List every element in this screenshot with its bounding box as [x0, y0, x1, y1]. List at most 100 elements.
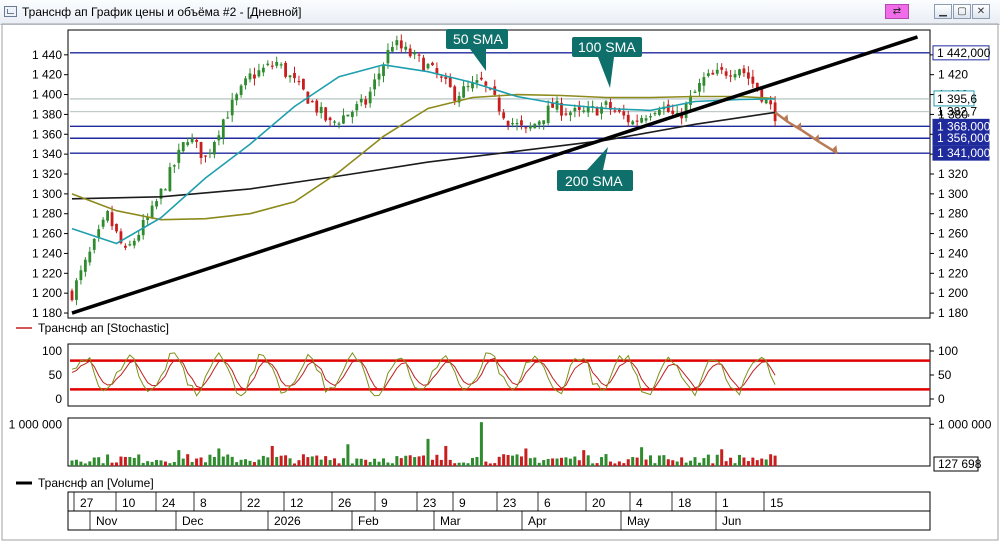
- candle-body: [751, 76, 755, 84]
- volume-bar: [444, 445, 448, 466]
- volume-bar: [163, 461, 167, 466]
- price-tick-label-left: 1 300: [32, 187, 62, 201]
- candle-body: [88, 251, 92, 263]
- candle-body: [315, 100, 319, 113]
- candle-body: [208, 152, 212, 154]
- time-month-label: Apr: [528, 514, 547, 528]
- candle-body: [382, 64, 385, 77]
- candle-body: [733, 74, 737, 78]
- candle-body: [324, 107, 328, 121]
- candle-body: [604, 101, 608, 105]
- candle-body: [613, 110, 617, 112]
- candle-body: [595, 107, 599, 116]
- time-day-label: 26: [338, 496, 352, 510]
- candle-body: [417, 54, 421, 56]
- volume-bar: [221, 456, 225, 466]
- candle-body: [698, 83, 701, 92]
- candle-body: [395, 40, 399, 46]
- candle-body: [266, 63, 270, 66]
- stochastic-panel[interactable]: [67, 343, 931, 407]
- volume-bar: [600, 457, 604, 466]
- volume-bar: [773, 455, 777, 466]
- candle-body: [475, 80, 479, 83]
- candle-body: [199, 141, 203, 158]
- volume-bar: [128, 456, 132, 466]
- candle-body: [377, 73, 381, 80]
- volume-bar: [252, 462, 256, 466]
- candle-body: [373, 79, 376, 90]
- volume-bar: [261, 455, 265, 466]
- price-tick-label-left: 1 320: [32, 167, 62, 181]
- candle-body: [658, 109, 661, 115]
- candle-body: [195, 139, 198, 142]
- candle-body: [693, 91, 697, 93]
- volume-bar: [172, 462, 176, 466]
- candle-body: [150, 205, 154, 218]
- candle-body: [497, 97, 501, 112]
- candle-body: [270, 65, 274, 67]
- candle-body: [391, 46, 394, 52]
- volume-bar: [560, 457, 563, 466]
- time-month-label: May: [627, 514, 650, 528]
- candle-body: [506, 120, 510, 126]
- candle-body: [217, 135, 221, 141]
- price-level-label: 1 442,000: [937, 46, 991, 60]
- candle-body: [671, 110, 675, 114]
- candle-body: [70, 290, 74, 301]
- volume-bar: [382, 458, 385, 466]
- volume-bar: [275, 456, 279, 466]
- time-day-label: 23: [503, 496, 517, 510]
- time-day-label: 15: [770, 496, 784, 510]
- volume-bar: [110, 462, 114, 466]
- candle-body: [649, 116, 652, 118]
- candle-body: [711, 72, 715, 75]
- volume-bar: [484, 461, 488, 466]
- volume-bar: [230, 456, 234, 466]
- volume-bar: [640, 447, 644, 466]
- price-tick-label-left: 1 380: [32, 107, 62, 121]
- candle-body: [480, 77, 483, 80]
- volume-bar: [426, 438, 430, 466]
- volume-last-tag-text: 127 698: [938, 457, 982, 471]
- candle-body: [537, 121, 541, 125]
- volume-bar: [733, 463, 737, 466]
- candle-body: [422, 57, 425, 71]
- candle-body: [333, 121, 336, 123]
- volume-bar: [720, 449, 724, 466]
- time-day-label: 27: [80, 496, 94, 510]
- volume-bar: [195, 458, 199, 466]
- volume-bar: [337, 463, 341, 466]
- price-tick-label-left: 1 260: [32, 227, 62, 241]
- candle-body: [92, 238, 96, 250]
- volume-bar: [551, 458, 555, 466]
- price-tick-label-right: 1 200: [938, 286, 968, 300]
- candle-body: [426, 64, 430, 69]
- volume-bar: [235, 462, 239, 466]
- volume-bar: [137, 454, 141, 466]
- volume-bar: [537, 462, 541, 466]
- volume-bar: [453, 463, 457, 466]
- volume-bar: [413, 457, 417, 466]
- volume-bar: [764, 459, 768, 466]
- time-day-label: 10: [122, 496, 136, 510]
- candle-body: [284, 62, 287, 77]
- time-day-label: 18: [678, 496, 692, 510]
- price-volume-chart[interactable]: 1 1801 2001 2201 2401 2601 2801 3001 320…: [0, 0, 1000, 542]
- volume-bar: [684, 462, 688, 466]
- candle-body: [386, 49, 390, 64]
- volume-bar: [199, 457, 203, 466]
- candle-body: [520, 120, 523, 126]
- candle-body: [653, 113, 657, 115]
- volume-bar: [284, 455, 288, 466]
- candle-body: [186, 142, 190, 146]
- price-tick-label-left: 1 360: [32, 127, 62, 141]
- volume-bar: [333, 458, 337, 466]
- volume-bar: [675, 461, 679, 466]
- candle-body: [453, 86, 457, 101]
- volume-bar: [408, 455, 412, 466]
- candle-body: [738, 69, 741, 76]
- candle-body: [181, 142, 185, 152]
- volume-bar: [497, 456, 501, 466]
- stochastic-legend: Транснф ап [Stochastic]: [38, 321, 169, 335]
- volume-bar: [479, 422, 483, 466]
